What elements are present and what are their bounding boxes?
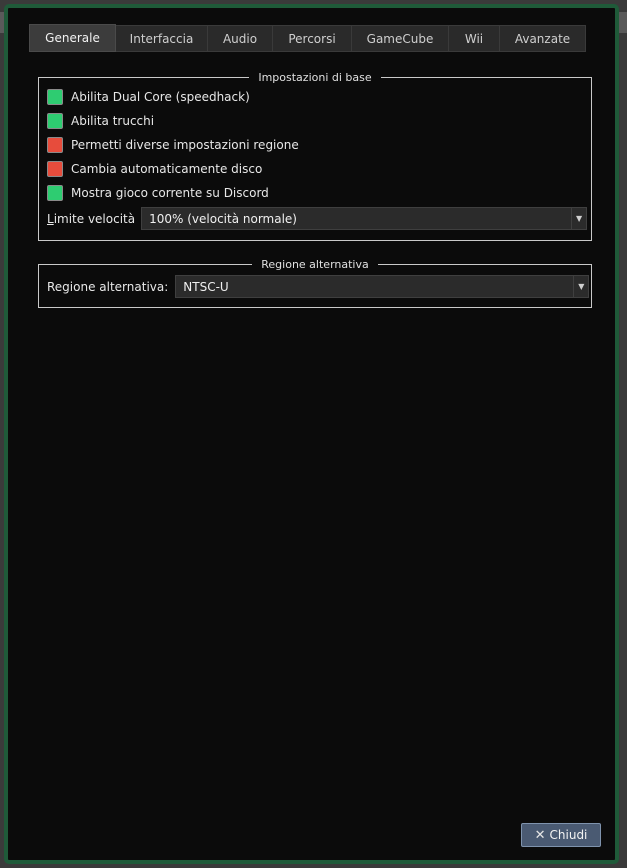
tab-pane-generale: Impostazioni di base Abilita Dual Core (… [29,51,592,850]
close-button-label: Chiudi [549,828,588,842]
dual-core-label: Abilita Dual Core (speedhack) [71,90,250,104]
alt-region-group: Regione alternativa Regione alternativa:… [38,258,592,308]
speed-limit-dropdown[interactable]: 100% (velocità normale) ▼ [141,207,588,230]
region-settings-checkbox-row[interactable]: Permetti diverse impostazioni regione [47,136,299,154]
alt-region-label: Regione alternativa: [47,279,169,294]
tab-generale[interactable]: Generale [29,24,116,52]
close-icon: ✕ [534,827,546,843]
region-settings-checkbox[interactable] [47,137,63,153]
cheats-checkbox-row[interactable]: Abilita trucchi [47,112,154,130]
cheats-checkbox[interactable] [47,113,63,129]
discord-checkbox-row[interactable]: Mostra gioco corrente su Discord [47,184,269,202]
tab-bar: Generale Interfaccia Audio Percorsi Game… [29,24,586,52]
tab-avanzate[interactable]: Avanzate [500,25,586,52]
region-settings-label: Permetti diverse impostazioni regione [71,138,299,152]
tab-percorsi[interactable]: Percorsi [273,25,352,52]
auto-disc-change-checkbox-row[interactable]: Cambia automaticamente disco [47,160,262,178]
alt-region-title: Regione alternativa [252,258,378,271]
close-button[interactable]: ✕ Chiudi [521,823,601,847]
discord-label: Mostra gioco corrente su Discord [71,186,269,200]
cheats-label: Abilita trucchi [71,114,155,128]
tab-interfaccia[interactable]: Interfaccia [116,25,208,52]
dual-core-checkbox[interactable] [47,89,63,105]
dual-core-checkbox-row[interactable]: Abilita Dual Core (speedhack) [47,88,250,106]
tab-wii[interactable]: Wii [449,25,500,52]
chevron-down-icon[interactable]: ▼ [571,208,586,229]
settings-window: Generale Interfaccia Audio Percorsi Game… [4,4,619,864]
speed-limit-label: Limite velocità [47,212,135,226]
speed-limit-accelerator: L [47,211,54,226]
basic-settings-title: Impostazioni di base [249,71,381,84]
tab-audio[interactable]: Audio [208,25,273,52]
alt-region-dropdown[interactable]: NTSC-U ▼ [175,275,590,298]
alt-region-row: Regione alternativa: NTSC-U ▼ [47,275,590,298]
speed-limit-row: Limite velocità 100% (velocità normale) … [47,207,588,230]
discord-checkbox[interactable] [47,185,63,201]
auto-disc-change-checkbox[interactable] [47,161,63,177]
basic-settings-group: Impostazioni di base Abilita Dual Core (… [38,71,592,241]
chevron-down-icon[interactable]: ▼ [573,276,588,297]
speed-limit-value: 100% (velocità normale) [149,211,297,226]
auto-disc-change-label: Cambia automaticamente disco [71,162,263,176]
alt-region-value: NTSC-U [183,279,229,294]
speed-limit-label-text: imite velocità [53,211,136,226]
tab-gamecube[interactable]: GameCube [352,25,449,52]
